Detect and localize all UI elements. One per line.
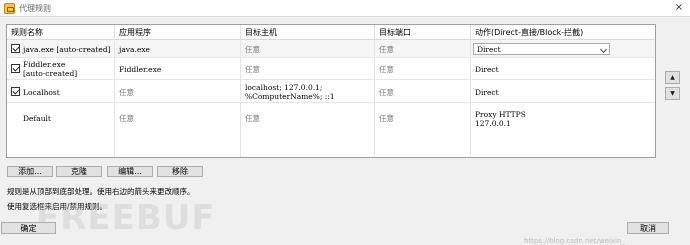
chevron-down-icon [599,45,608,54]
proxifier-icon [4,3,15,14]
column-header-target-host[interactable]: 目标主机 [241,25,375,40]
rule-action: Direct [475,65,499,74]
arrow-down-icon: ▼ [670,90,675,97]
watermark-url: https://blog.csdn.net/weixin_ [524,237,625,245]
arrow-up-icon: ▲ [670,74,675,81]
rule-target-host: 任意 [245,114,260,123]
rule-action: Direct [475,88,499,97]
move-up-button[interactable]: ▲ [665,71,680,84]
rule-enable-checkbox[interactable] [11,64,20,73]
rule-application: java.exe [119,45,150,54]
clone-rule-button[interactable]: 克隆 [56,166,102,177]
remove-rule-button[interactable]: 移除 [157,166,203,177]
action-dropdown-value: Direct [477,45,501,54]
order-help-text: 规则是从顶部到底部处理。使用右边的箭头来更改顺序。 [7,187,195,196]
column-header-rule-name[interactable]: 规则名称 [7,25,115,40]
rule-target-port: 任意 [379,45,394,54]
table-row[interactable]: Fiddler.exe [auto-created] Fiddler.exe 任… [7,58,655,80]
watermark-logo: FREEBUF [36,198,216,238]
rule-name: Default [23,114,51,123]
table-row[interactable]: Localhost 任意 localhost; 127.0.0.1; %Comp… [7,80,655,103]
action-dropdown[interactable]: Direct [473,43,610,55]
rule-application: 任意 [119,114,134,123]
rule-enable-checkbox[interactable] [11,44,20,53]
rule-target-host: localhost; 127.0.0.1; %ComputerName%; ::… [245,83,335,101]
rule-name: Fiddler.exe [auto-created] [23,60,78,78]
column-header-target-port[interactable]: 目标端口 [375,25,471,40]
rules-table: 规则名称 应用程序 目标主机 目标端口 动作(Direct-直接/Block-拦… [6,24,656,158]
rule-action: Proxy HTTPS 127.0.0.1 [475,110,526,128]
edit-rule-button[interactable]: 编辑... [107,166,153,177]
rule-target-port: 任意 [379,88,394,97]
column-header-action[interactable]: 动作(Direct-直接/Block-拦截) [471,25,655,40]
rule-name: Localhost [23,88,60,97]
close-button[interactable]: × [668,0,690,16]
cancel-button[interactable]: 取消 [627,222,669,234]
window-title: 代理规则 [19,4,51,13]
rule-target-port: 任意 [379,114,394,123]
rule-application: Fiddler.exe [119,65,162,74]
move-down-button[interactable]: ▼ [665,87,680,100]
rule-name: java.exe [auto-created] [23,45,111,54]
ok-button[interactable]: 确定 [1,222,56,234]
add-rule-button[interactable]: 添加... [7,166,53,177]
column-header-application[interactable]: 应用程序 [115,25,241,40]
table-header: 规则名称 应用程序 目标主机 目标端口 动作(Direct-直接/Block-拦… [7,25,655,40]
table-row[interactable]: Default 任意 任意 任意 Proxy HTTPS 127.0.0.1 [7,103,655,157]
rule-target-port: 任意 [379,65,394,74]
rule-enable-checkbox[interactable] [11,87,20,96]
rule-application: 任意 [119,88,134,97]
rule-target-host: 任意 [245,45,260,54]
table-row[interactable]: java.exe [auto-created] java.exe 任意 任意 D… [7,40,655,58]
rule-target-host: 任意 [245,65,260,74]
title-bar: 代理规则 × [0,0,690,17]
